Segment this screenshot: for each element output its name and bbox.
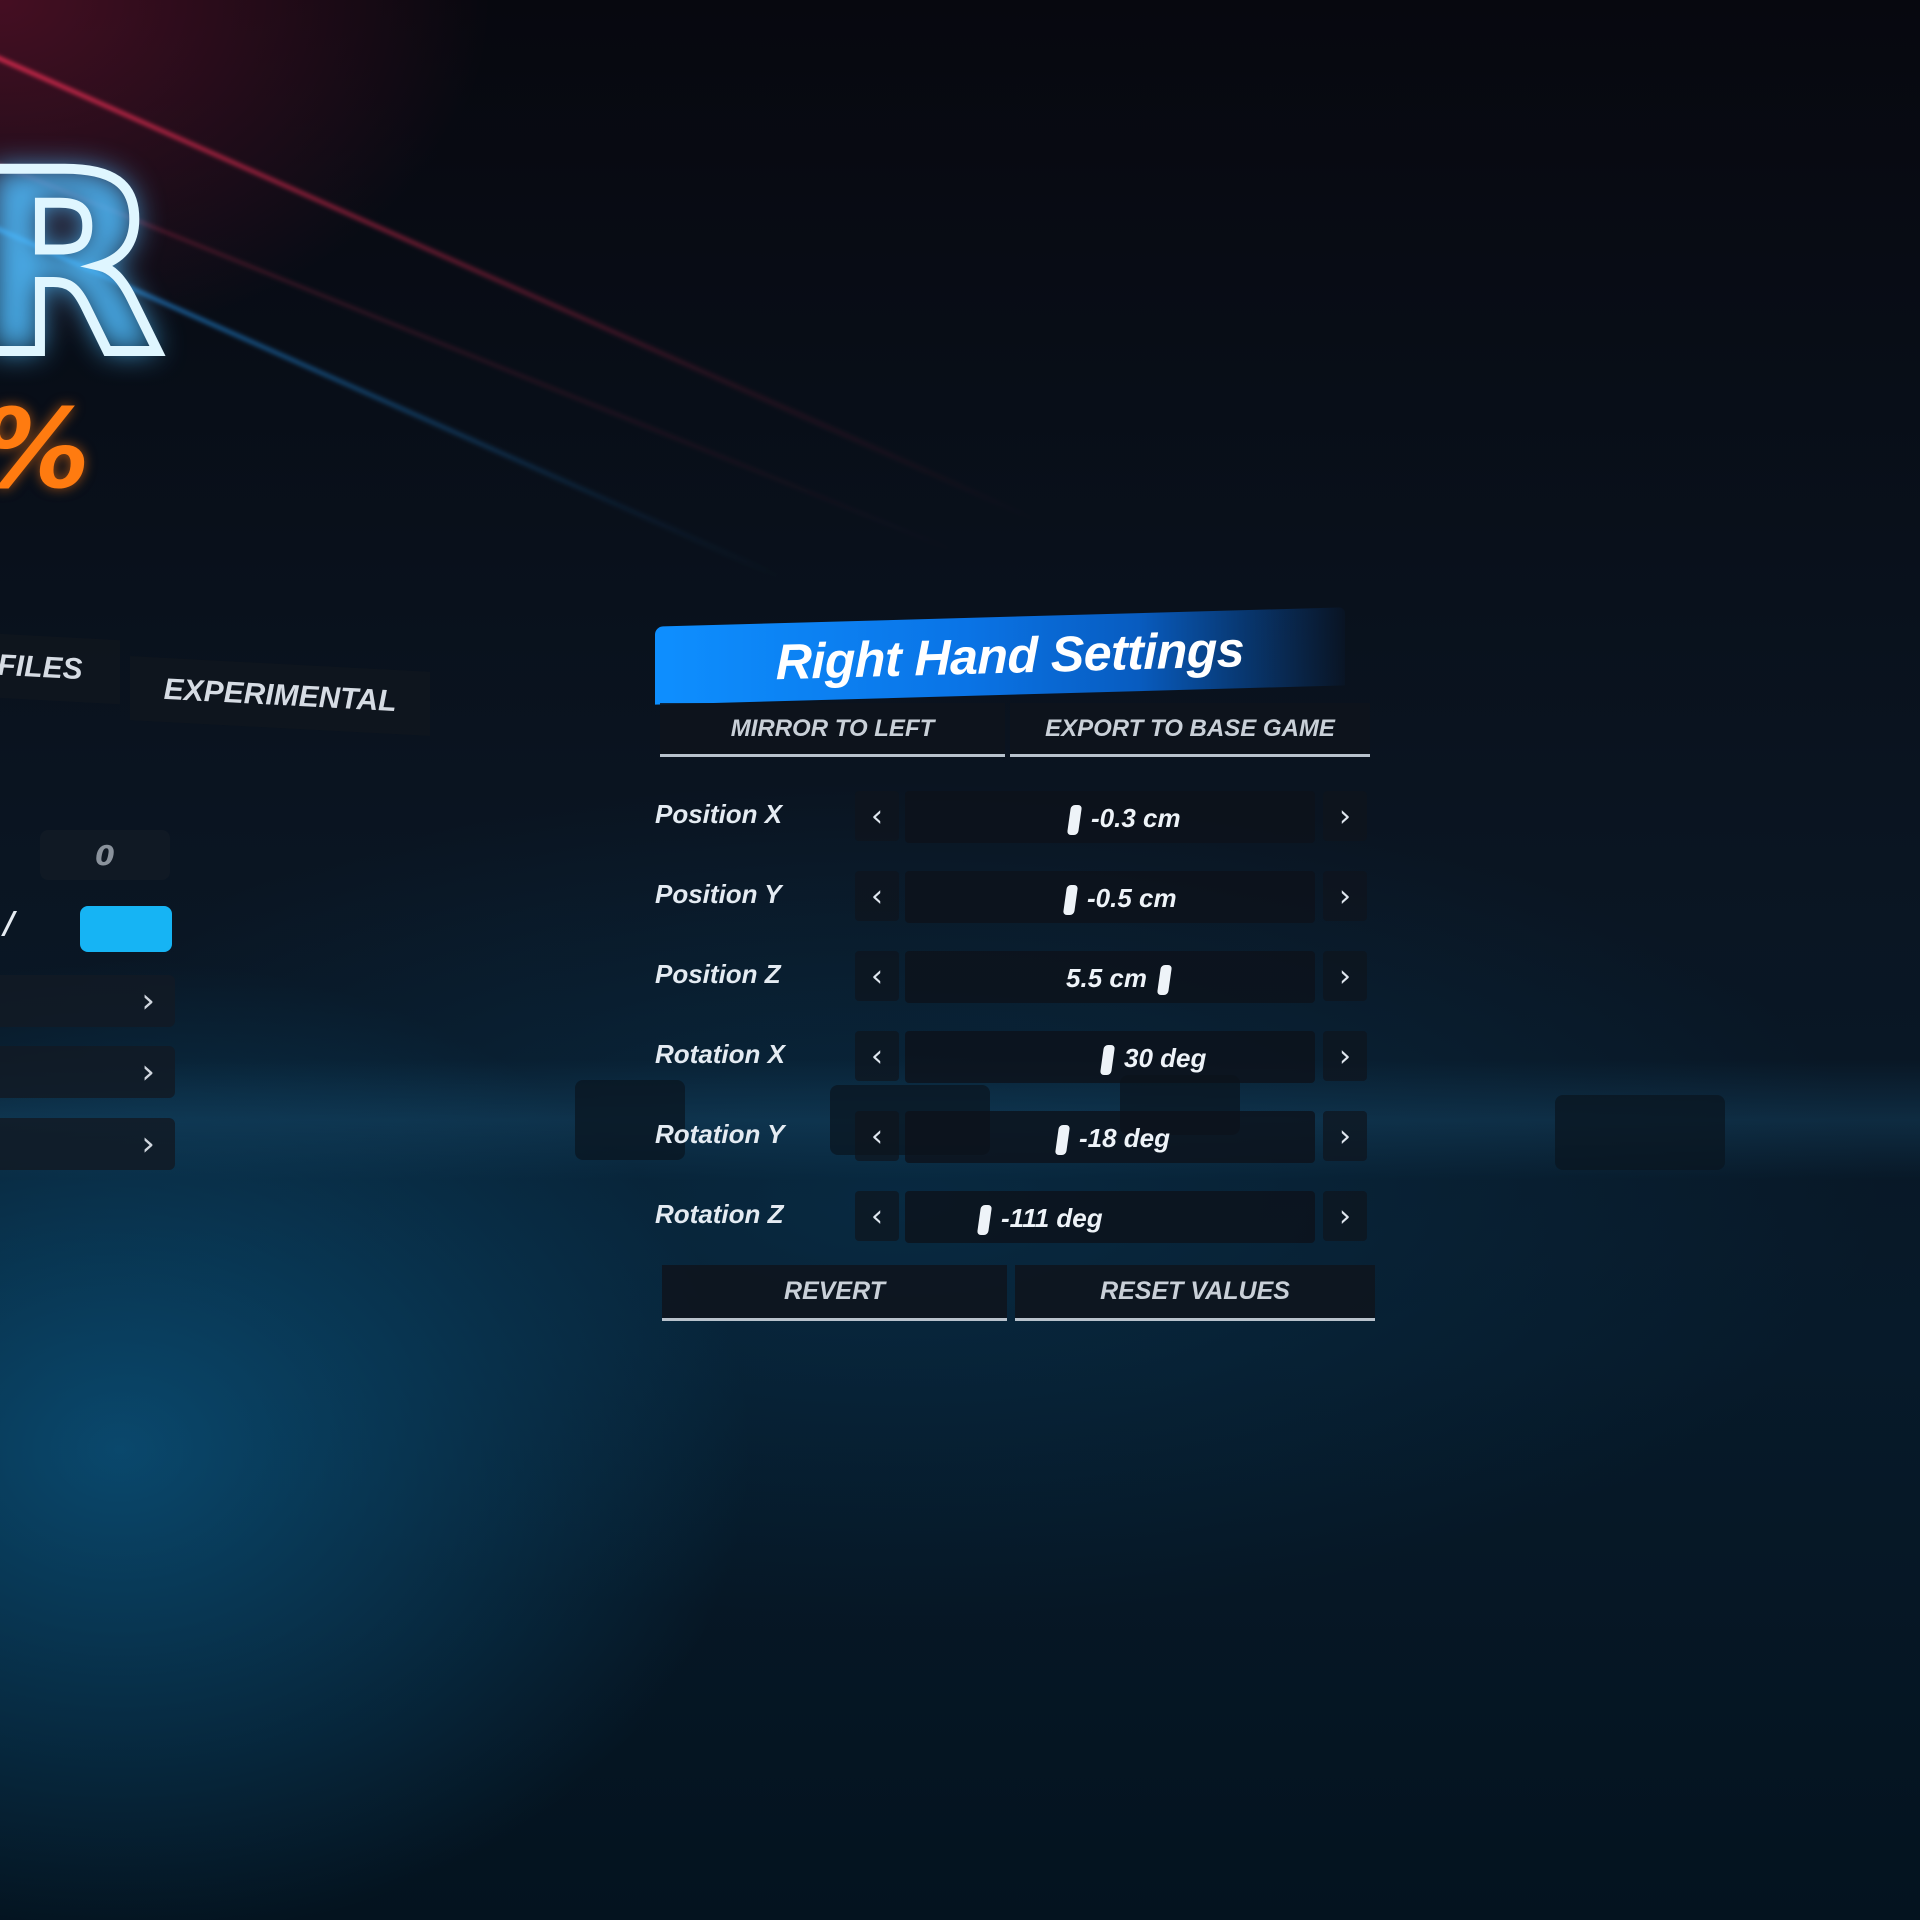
- decrement-button[interactable]: ‹: [855, 791, 899, 841]
- slider-value: 5.5 cm: [1066, 963, 1147, 993]
- slider-value: -111 deg: [1001, 1203, 1103, 1233]
- increment-button[interactable]: ›: [1323, 791, 1367, 841]
- chevron-right-icon: ›: [1339, 878, 1351, 914]
- tab-experimental[interactable]: EXPERIMENTAL: [130, 656, 430, 736]
- slider-value: -0.5 cm: [1087, 883, 1177, 913]
- reset-values-button[interactable]: RESET VALUES: [1015, 1265, 1375, 1321]
- setting-label: Position X: [655, 799, 783, 829]
- increment-button[interactable]: ›: [1323, 1111, 1367, 1161]
- right-hand-settings-panel: Right Hand Settings MIRROR TO LEFT EXPOR…: [650, 607, 1390, 1335]
- slider-handle[interactable]: [1066, 805, 1083, 835]
- toggle-switch-on[interactable]: [80, 906, 172, 952]
- setting-row: Rotation Y ‹ -18 deg ›: [655, 1105, 1375, 1169]
- game-logo-letter: R: [0, 119, 168, 410]
- setting-row: Rotation X ‹ 30 deg ›: [655, 1025, 1375, 1089]
- chevron-left-icon: ‹: [871, 958, 883, 994]
- slider-handle[interactable]: [976, 1205, 993, 1235]
- increment-button[interactable]: ›: [1323, 951, 1367, 1001]
- submenu-row[interactable]: ›: [0, 1046, 175, 1098]
- value-slider[interactable]: -111 deg: [905, 1191, 1315, 1243]
- slider-value: -18 deg: [1079, 1123, 1171, 1153]
- value-slider[interactable]: 5.5 cm: [905, 951, 1315, 1003]
- slider-value: -0.3 cm: [1091, 803, 1181, 833]
- value-slider[interactable]: -0.5 cm: [905, 871, 1315, 923]
- chevron-left-icon: ‹: [871, 1038, 883, 1074]
- chevron-right-icon: ›: [141, 981, 155, 1021]
- chevron-right-icon: ›: [1339, 798, 1351, 834]
- value-slider[interactable]: -0.3 cm: [905, 791, 1315, 843]
- chevron-left-icon: ‹: [871, 1118, 883, 1154]
- decrement-button[interactable]: ‹: [855, 1191, 899, 1241]
- setting-row: Position X ‹ -0.3 cm ›: [655, 785, 1375, 849]
- setting-label: Position Y: [655, 879, 782, 909]
- chevron-right-icon: ›: [1339, 1118, 1351, 1154]
- submenu-row[interactable]: ›: [0, 1118, 175, 1170]
- background-block: [1555, 1095, 1725, 1170]
- increment-button[interactable]: ›: [1323, 871, 1367, 921]
- game-scene-background: R % FILES EXPERIMENTAL 0 / › › › Right H…: [0, 0, 1920, 1920]
- panel-title-bar: Right Hand Settings: [655, 607, 1345, 705]
- mirror-to-left-button[interactable]: MIRROR TO LEFT: [660, 703, 1005, 757]
- chevron-left-icon: ‹: [871, 798, 883, 834]
- setting-label: Position Z: [655, 959, 781, 989]
- setting-row: Position Z ‹ 5.5 cm ›: [655, 945, 1375, 1009]
- value-box: 0: [40, 830, 170, 880]
- score-percent-glyph: %: [0, 385, 90, 513]
- chevron-right-icon: ›: [1339, 1198, 1351, 1234]
- decrement-button[interactable]: ‹: [855, 951, 899, 1001]
- chevron-right-icon: ›: [1339, 958, 1351, 994]
- increment-button[interactable]: ›: [1323, 1191, 1367, 1241]
- chevron-right-icon: ›: [141, 1052, 155, 1092]
- row-label-fragment: /: [4, 906, 15, 941]
- chevron-right-icon: ›: [141, 1124, 155, 1164]
- slider-handle[interactable]: [1099, 1045, 1116, 1075]
- slider-value: 30 deg: [1124, 1043, 1207, 1073]
- revert-button[interactable]: REVERT: [662, 1265, 1007, 1321]
- increment-button[interactable]: ›: [1323, 1031, 1367, 1081]
- panel-title: Right Hand Settings: [775, 621, 1245, 691]
- setting-row: Rotation Z ‹ -111 deg ›: [655, 1185, 1375, 1249]
- setting-row: Position Y ‹ -0.5 cm ›: [655, 865, 1375, 929]
- decrement-button[interactable]: ‹: [855, 1111, 899, 1161]
- slider-handle[interactable]: [1156, 965, 1173, 995]
- setting-label: Rotation Z: [655, 1199, 784, 1229]
- submenu-row[interactable]: ›: [0, 975, 175, 1027]
- chevron-right-icon: ›: [1339, 1038, 1351, 1074]
- tab-experimental-label: EXPERIMENTAL: [163, 672, 397, 719]
- decrement-button[interactable]: ‹: [855, 871, 899, 921]
- export-to-base-game-button[interactable]: EXPORT TO BASE GAME: [1010, 703, 1370, 757]
- chevron-left-icon: ‹: [871, 1198, 883, 1234]
- chevron-left-icon: ‹: [871, 878, 883, 914]
- decrement-button[interactable]: ‹: [855, 1031, 899, 1081]
- value-slider[interactable]: 30 deg: [905, 1031, 1315, 1083]
- slider-handle[interactable]: [1062, 885, 1079, 915]
- tab-files[interactable]: FILES: [0, 631, 120, 705]
- setting-label: Rotation X: [655, 1039, 785, 1069]
- slider-handle[interactable]: [1054, 1125, 1071, 1155]
- value-slider[interactable]: -18 deg: [905, 1111, 1315, 1163]
- tab-files-label: FILES: [0, 648, 83, 687]
- setting-label: Rotation Y: [655, 1119, 785, 1149]
